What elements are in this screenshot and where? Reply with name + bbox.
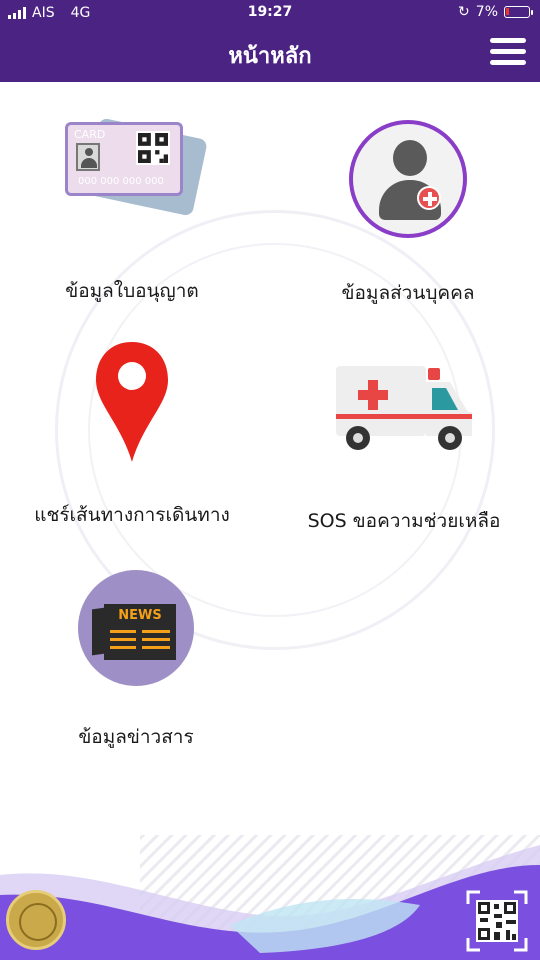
menu-item-news[interactable]: NEWS ข้อมูลข่าวสาร: [16, 570, 256, 752]
rotation-lock-icon: ↻: [458, 4, 470, 20]
qr-scan-icon[interactable]: [466, 890, 528, 952]
news-text: NEWS: [118, 608, 162, 623]
ambulance-icon: [332, 358, 476, 454]
menu-label-news: ข้อมูลข่าวสาร: [78, 726, 194, 748]
hamburger-menu-icon[interactable]: [490, 38, 526, 66]
department-seal-icon: [6, 890, 66, 950]
card-text: CARD: [74, 128, 106, 141]
menu-item-personal-info[interactable]: ข้อมูลส่วนบุคคล: [288, 120, 528, 308]
menu-label-sos: SOS ขอความช่วยเหลือ: [307, 510, 501, 532]
personal-info-icon: [349, 120, 467, 238]
menu-item-license-info[interactable]: CARD 000 000 000 000 ข้อมูลใบอนุญาต: [12, 117, 252, 306]
bottom-wave: [0, 835, 540, 960]
license-card-icon: CARD 000 000 000 000: [57, 117, 208, 218]
menu-item-sos[interactable]: SOS ขอความช่วยเหลือ: [284, 358, 524, 536]
menu-label-personal-info: ข้อมูลส่วนบุคคล: [341, 282, 475, 304]
location-pin-icon: [92, 340, 172, 464]
news-icon: NEWS: [78, 570, 194, 686]
battery-icon: [504, 6, 533, 18]
page-title: หน้าหลัก: [228, 44, 312, 69]
menu-label-share-route: แชร์เส้นทางการเดินทาง: [34, 504, 230, 526]
battery-percent: 7%: [475, 4, 498, 20]
card-number: 000 000 000 000: [78, 176, 164, 187]
menu-label-license-info: ข้อมูลใบอนุญาต: [65, 280, 199, 302]
top-bar: AIS 4G 19:27 ↻ 7% หน้าหลัก: [0, 0, 540, 82]
menu-item-share-route[interactable]: แชร์เส้นทางการเดินทาง: [12, 340, 252, 530]
status-bar: AIS 4G 19:27 ↻ 7%: [0, 0, 540, 26]
